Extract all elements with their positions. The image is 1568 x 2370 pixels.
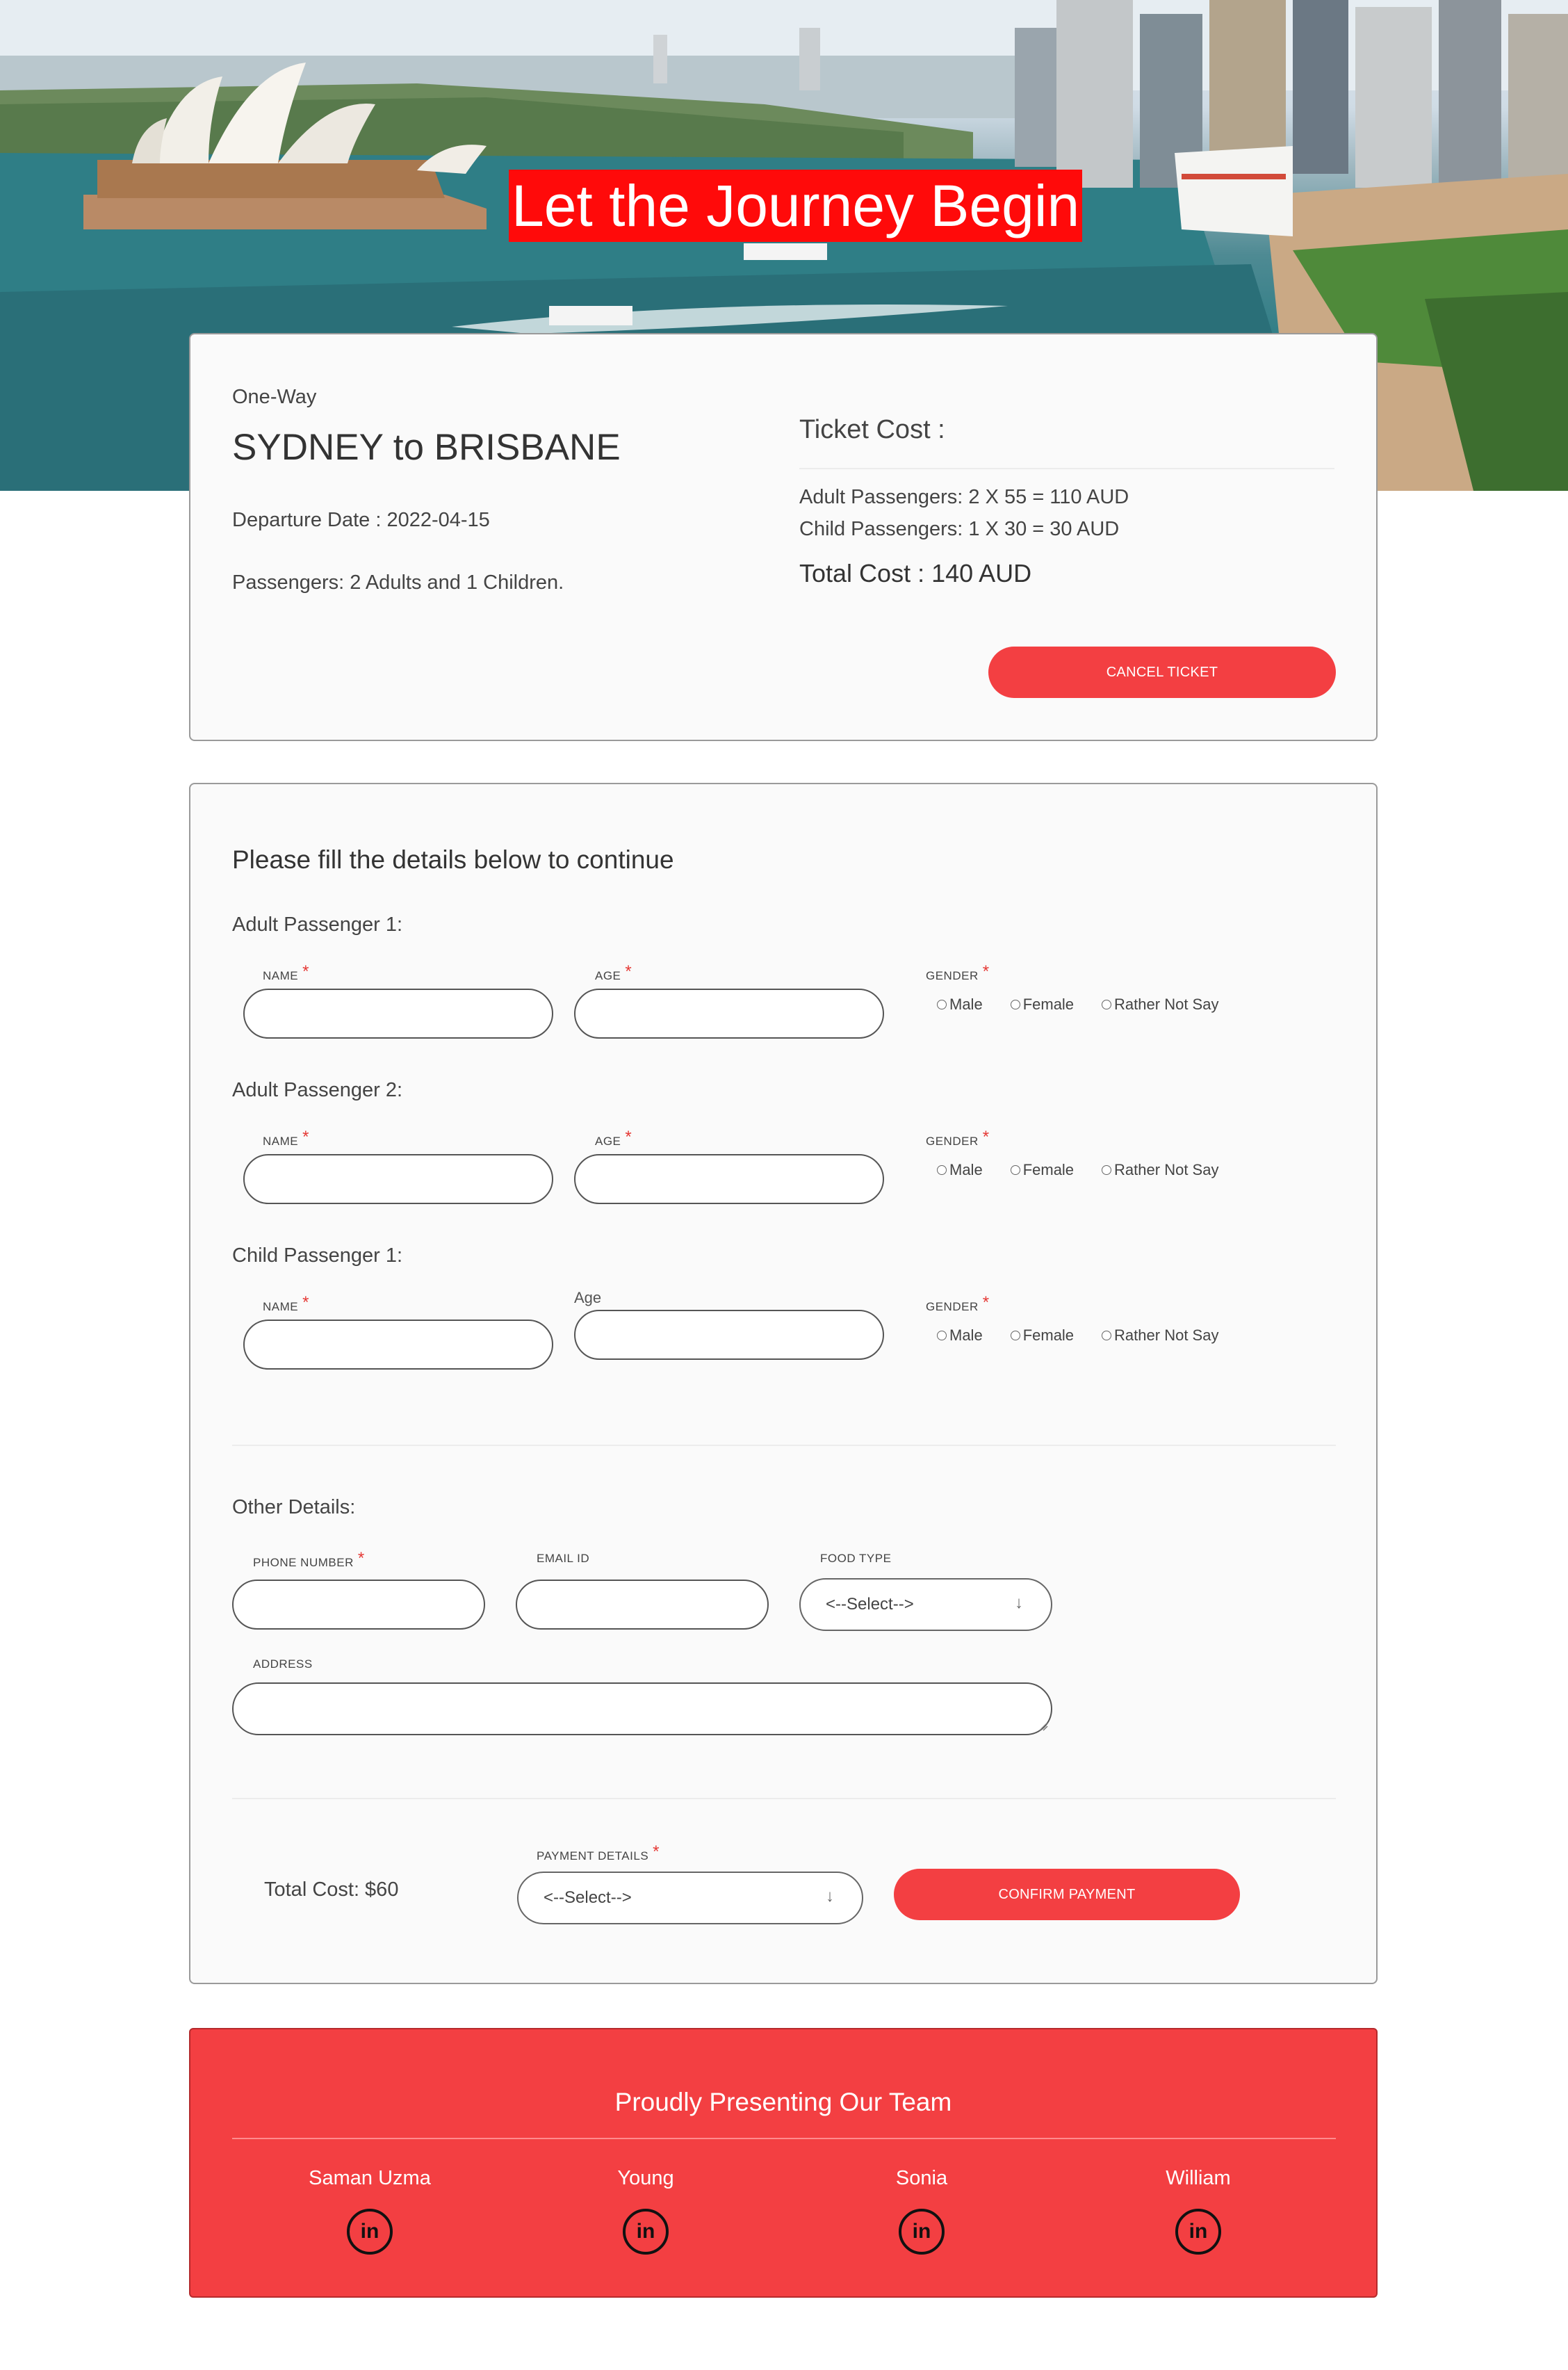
team-footer: Proudly Presenting Our Team Saman Uzma i… bbox=[189, 2028, 1378, 2298]
divider bbox=[232, 2138, 1336, 2139]
adult-1-age-input[interactable] bbox=[574, 989, 884, 1039]
team-member-name: Sonia bbox=[895, 2167, 948, 2189]
chevron-down-icon: ↓ bbox=[1015, 1593, 1023, 1612]
adult-2-age-input[interactable] bbox=[574, 1154, 884, 1204]
child-1-gender-group: Male Female Rather Not Say bbox=[937, 1326, 1246, 1345]
radio-button[interactable] bbox=[937, 1000, 947, 1009]
radio-button[interactable] bbox=[1010, 1331, 1020, 1340]
linkedin-icon[interactable]: in bbox=[347, 2209, 393, 2255]
footer-title: Proudly Presenting Our Team bbox=[614, 2088, 952, 2116]
gender-option-rather-not-say[interactable]: Rather Not Say bbox=[1102, 1161, 1218, 1179]
radio-button[interactable] bbox=[1010, 1165, 1020, 1175]
age-label: AGE * bbox=[595, 1128, 632, 1148]
team-member-name: Young bbox=[617, 2167, 674, 2189]
divider bbox=[232, 1445, 1336, 1446]
chevron-down-icon: ↓ bbox=[826, 1887, 834, 1906]
name-label: NAME * bbox=[263, 1128, 309, 1148]
gender-label: GENDER * bbox=[926, 1128, 990, 1148]
payment-select-value: <--Select--> bbox=[544, 1888, 632, 1907]
gender-option-female[interactable]: Female bbox=[1010, 996, 1074, 1014]
radio-button[interactable] bbox=[1102, 1331, 1112, 1340]
food-type-label: FOOD TYPE bbox=[820, 1552, 892, 1565]
gender-option-rather-not-say[interactable]: Rather Not Say bbox=[1102, 1326, 1218, 1345]
gender-label: GENDER * bbox=[926, 1293, 990, 1313]
child-1-name-input[interactable] bbox=[243, 1320, 553, 1370]
passenger-count: Passengers: 2 Adults and 1 Children. bbox=[232, 571, 564, 594]
ticket-summary-card: One-Way SYDNEY to BRISBANE Departure Dat… bbox=[189, 333, 1378, 741]
linkedin-icon[interactable]: in bbox=[899, 2209, 945, 2255]
gender-option-male[interactable]: Male bbox=[937, 1326, 983, 1345]
payment-details-label: PAYMENT DETAILS * bbox=[537, 1842, 660, 1862]
gender-label: GENDER * bbox=[926, 962, 990, 982]
radio-button[interactable] bbox=[1102, 1165, 1112, 1175]
gender-option-male[interactable]: Male bbox=[937, 1161, 983, 1179]
adult-2-name-input[interactable] bbox=[243, 1154, 553, 1204]
adult-1-gender-group: Male Female Rather Not Say bbox=[937, 996, 1246, 1014]
radio-button[interactable] bbox=[937, 1331, 947, 1340]
radio-button[interactable] bbox=[1102, 1000, 1112, 1009]
name-label: NAME * bbox=[263, 962, 309, 982]
child-1-age-input[interactable] bbox=[574, 1310, 884, 1360]
adult-2-gender-group: Male Female Rather Not Say bbox=[937, 1161, 1246, 1179]
confirm-payment-button[interactable]: CONFIRM PAYMENT bbox=[894, 1869, 1240, 1920]
divider bbox=[799, 468, 1334, 469]
route-title: SYDNEY to BRISBANE bbox=[232, 427, 621, 468]
hero-title: Let the Journey Begin bbox=[509, 170, 1083, 242]
payment-total-cost: Total Cost: $60 bbox=[264, 1878, 399, 1901]
age-label: Age bbox=[574, 1289, 602, 1306]
age-label: AGE * bbox=[595, 962, 632, 982]
divider bbox=[232, 1798, 1336, 1799]
food-type-select[interactable]: <--Select--> ↓ bbox=[799, 1578, 1052, 1631]
child-passenger-1-title: Child Passenger 1: bbox=[232, 1244, 403, 1267]
cancel-ticket-button[interactable]: CANCEL TICKET bbox=[988, 647, 1336, 698]
address-label: ADDRESS bbox=[253, 1657, 313, 1671]
passenger-details-card: Please fill the details below to continu… bbox=[189, 783, 1378, 1984]
radio-button[interactable] bbox=[1010, 1000, 1020, 1009]
trip-type: One-Way bbox=[232, 386, 317, 408]
gender-option-rather-not-say[interactable]: Rather Not Say bbox=[1102, 996, 1218, 1014]
payment-details-select[interactable]: <--Select--> ↓ bbox=[517, 1872, 863, 1924]
departure-date: Departure Date : 2022-04-15 bbox=[232, 509, 490, 531]
phone-label: PHONE NUMBER * bbox=[253, 1549, 365, 1569]
gender-option-male[interactable]: Male bbox=[937, 996, 983, 1014]
ticket-cost-heading: Ticket Cost : bbox=[799, 415, 945, 444]
email-input[interactable] bbox=[516, 1580, 769, 1630]
radio-button[interactable] bbox=[937, 1165, 947, 1175]
gender-option-female[interactable]: Female bbox=[1010, 1326, 1074, 1345]
phone-number-input[interactable] bbox=[232, 1580, 485, 1630]
adult-1-name-input[interactable] bbox=[243, 989, 553, 1039]
linkedin-icon[interactable]: in bbox=[1175, 2209, 1221, 2255]
team-member-name: Saman Uzma bbox=[309, 2167, 431, 2189]
total-cost: Total Cost : 140 AUD bbox=[799, 559, 1032, 587]
address-textarea[interactable] bbox=[232, 1682, 1052, 1735]
linkedin-icon[interactable]: in bbox=[623, 2209, 669, 2255]
resize-handle-icon[interactable] bbox=[1038, 1721, 1048, 1731]
adult-passenger-1-title: Adult Passenger 1: bbox=[232, 914, 403, 936]
email-label: EMAIL ID bbox=[537, 1552, 590, 1565]
adult-cost-line: Adult Passengers: 2 X 55 = 110 AUD bbox=[799, 486, 1129, 508]
form-heading: Please fill the details below to continu… bbox=[232, 845, 674, 874]
child-cost-line: Child Passengers: 1 X 30 = 30 AUD bbox=[799, 518, 1120, 540]
name-label: NAME * bbox=[263, 1293, 309, 1313]
adult-passenger-2-title: Adult Passenger 2: bbox=[232, 1079, 403, 1101]
gender-option-female[interactable]: Female bbox=[1010, 1161, 1074, 1179]
team-member-name: William bbox=[1166, 2167, 1231, 2189]
other-details-title: Other Details: bbox=[232, 1496, 356, 1518]
food-type-value: <--Select--> bbox=[826, 1595, 914, 1614]
